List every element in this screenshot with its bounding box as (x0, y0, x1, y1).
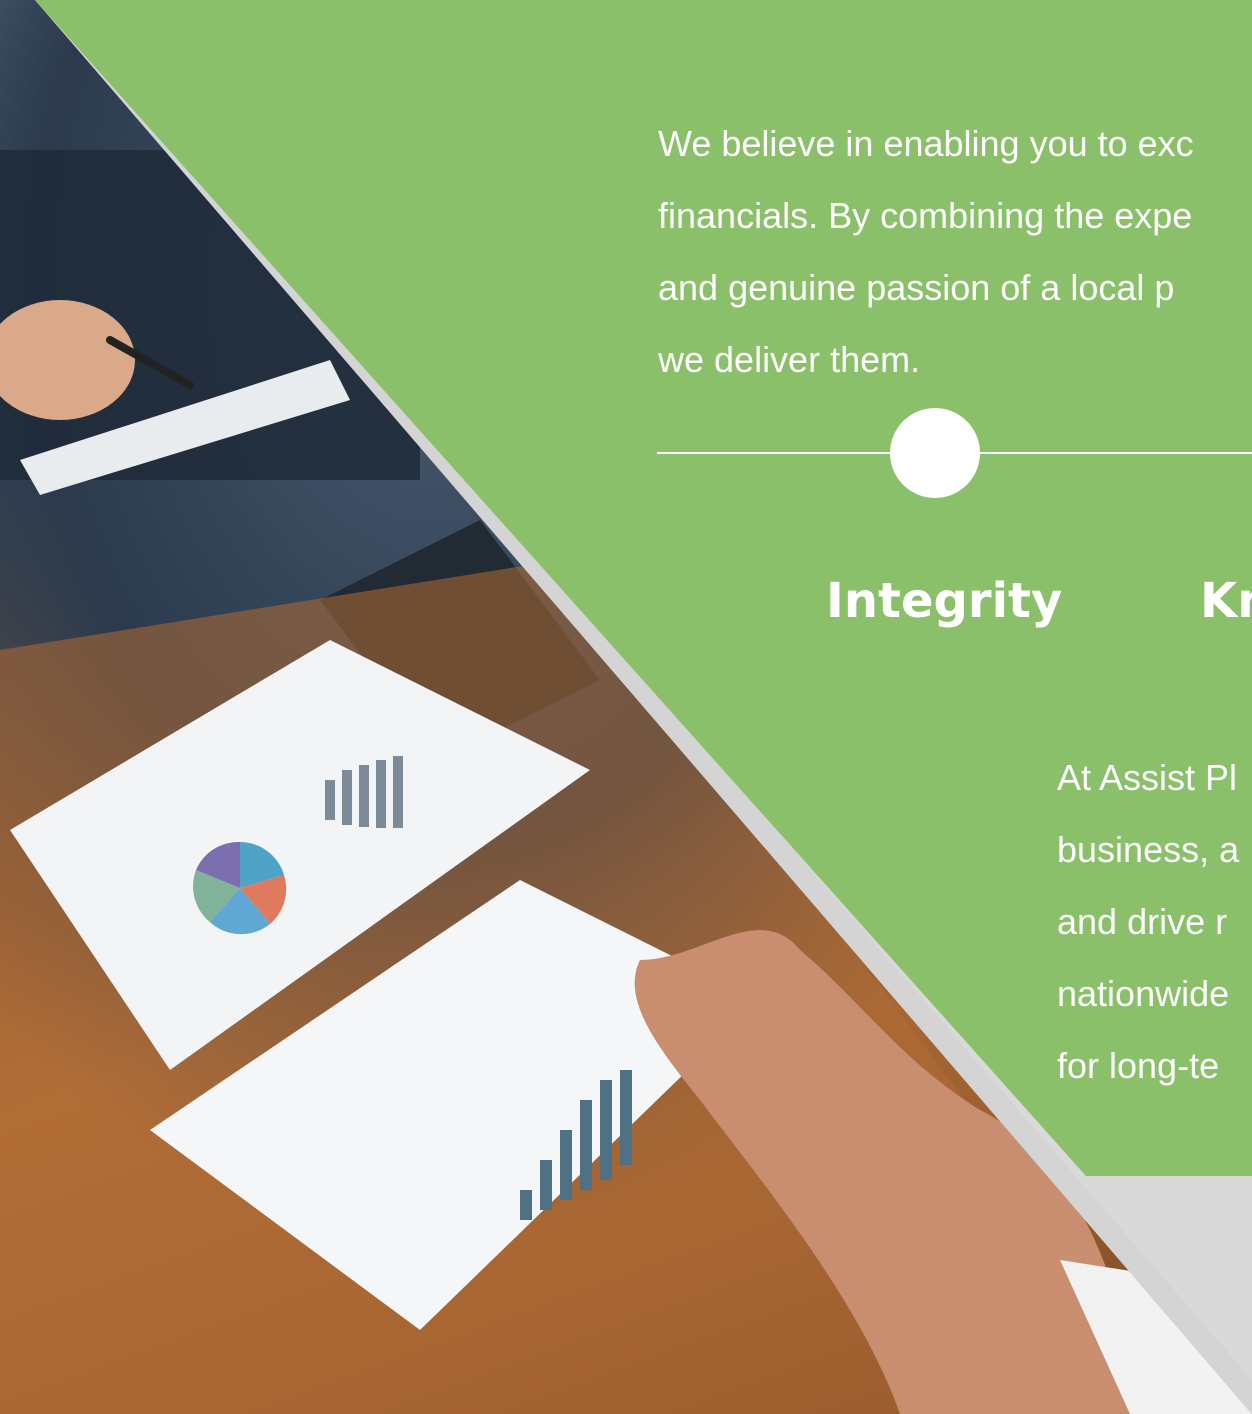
body-paragraph: At Assist Pl business, a and drive r nat… (1057, 742, 1239, 1102)
body-line: business, a (1057, 829, 1240, 870)
body-line: and drive r (1057, 901, 1228, 942)
intro-line: and genuine passion of a local p (658, 267, 1175, 308)
body-line: for long-te (1057, 1045, 1220, 1086)
divider-dot-icon (890, 408, 980, 498)
body-line: nationwide (1057, 973, 1230, 1014)
intro-line: financials. By combining the expe (658, 195, 1193, 236)
intro-line: we deliver them. (658, 339, 921, 380)
value-heading-integrity: Integrity (826, 573, 1063, 629)
page: We believe in enabling you to exc financ… (0, 0, 1252, 1414)
body-line: At Assist Pl (1057, 757, 1238, 798)
intro-paragraph: We believe in enabling you to exc financ… (658, 108, 1252, 396)
intro-line: We believe in enabling you to exc (658, 123, 1194, 164)
value-heading-knowledge: Kn (1200, 573, 1252, 629)
